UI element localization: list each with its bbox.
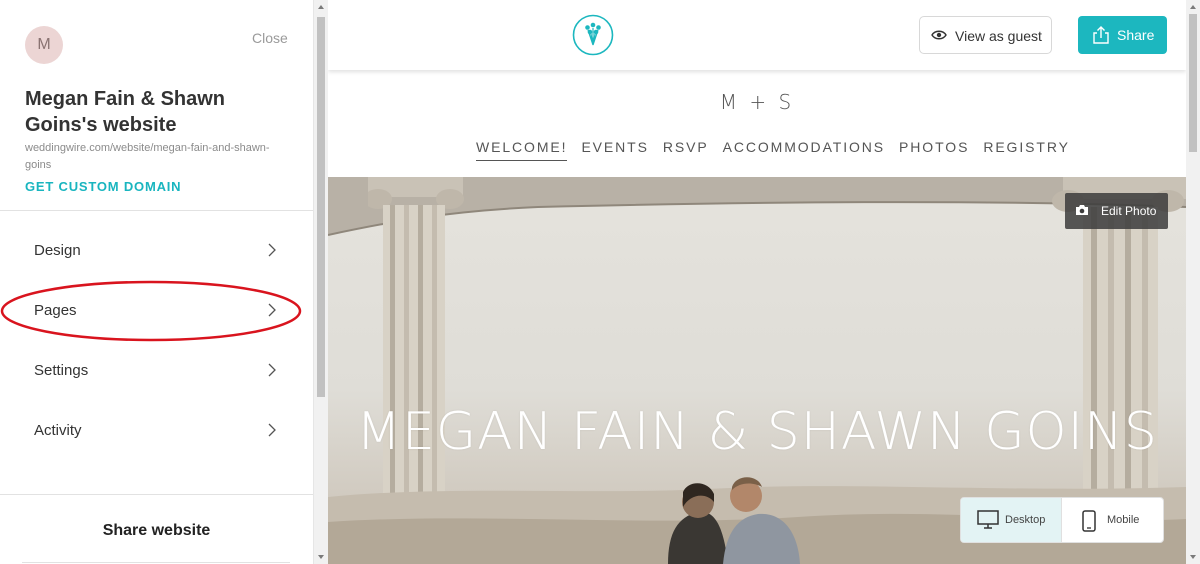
get-custom-domain-link[interactable]: GET CUSTOM DOMAIN bbox=[25, 179, 181, 194]
nav-link-events[interactable]: EVENTS bbox=[581, 139, 648, 161]
camera-icon bbox=[1076, 205, 1088, 215]
view-as-guest-button[interactable]: View as guest bbox=[919, 16, 1052, 54]
share-website-button[interactable]: Share website bbox=[0, 522, 313, 540]
edit-photo-label: Edit Photo bbox=[1101, 204, 1157, 218]
mobile-icon bbox=[1082, 510, 1096, 532]
hero-photo: MEGAN FAIN & SHAWN GOINS Edit Photo Desk… bbox=[328, 177, 1186, 564]
divider bbox=[22, 562, 290, 563]
device-preview-toggle: Desktop Mobile bbox=[960, 497, 1164, 543]
sidebar-item-pages[interactable]: Pages bbox=[0, 280, 315, 340]
site-url: weddingwire.com/website/megan-fain-and-s… bbox=[25, 142, 270, 171]
nav-link-welcome[interactable]: WELCOME! bbox=[476, 139, 568, 161]
sidebar-item-label: Settings bbox=[34, 361, 89, 379]
site-title: Megan Fain & Shawn Goins's website bbox=[25, 88, 226, 136]
scroll-up-icon[interactable] bbox=[1190, 5, 1196, 9]
sidebar-item-label: Pages bbox=[34, 301, 77, 319]
edit-photo-button[interactable]: Edit Photo bbox=[1065, 193, 1168, 229]
site-monogram: M + S bbox=[719, 90, 795, 114]
editor-toolbar: View as guest Share bbox=[328, 0, 1186, 70]
nav-link-registry[interactable]: REGISTRY bbox=[983, 139, 1070, 161]
couple-photo bbox=[668, 477, 800, 564]
scroll-up-icon[interactable] bbox=[318, 5, 324, 9]
sidebar-item-design[interactable]: Design bbox=[0, 220, 315, 280]
bouquet-icon[interactable] bbox=[572, 14, 614, 56]
nav-link-rsvp[interactable]: RSVP bbox=[663, 139, 709, 161]
mobile-label: Mobile bbox=[1107, 514, 1140, 526]
view-as-guest-label: View as guest bbox=[955, 28, 1042, 44]
hero-title: MEGAN FAIN & SHAWN GOINS bbox=[356, 402, 1158, 462]
chevron-right-icon bbox=[268, 363, 276, 377]
sidebar-item-label: Activity bbox=[34, 421, 82, 439]
chevron-right-icon bbox=[268, 243, 276, 257]
sidebar-item-activity[interactable]: Activity bbox=[0, 400, 315, 460]
divider bbox=[0, 210, 315, 211]
site-navigation: WELCOME! EVENTS RSVP ACCOMMODATIONS PHOT… bbox=[476, 139, 1084, 161]
nav-link-photos[interactable]: PHOTOS bbox=[899, 139, 969, 161]
divider bbox=[0, 494, 315, 495]
sidebar: M Close Megan Fain & Shawn Goins's websi… bbox=[0, 0, 315, 564]
scrollbar-thumb[interactable] bbox=[1189, 14, 1197, 152]
scroll-down-icon[interactable] bbox=[318, 555, 324, 559]
preview-scrollbar[interactable] bbox=[1186, 0, 1200, 564]
chevron-right-icon bbox=[268, 303, 276, 317]
share-icon bbox=[1093, 26, 1109, 44]
scroll-down-icon[interactable] bbox=[1190, 555, 1196, 559]
close-button[interactable]: Close bbox=[252, 30, 288, 46]
sidebar-scrollbar[interactable] bbox=[313, 0, 328, 564]
desktop-label: Desktop bbox=[1005, 514, 1046, 526]
avatar[interactable]: M bbox=[25, 26, 63, 64]
nav-link-accommodations[interactable]: ACCOMMODATIONS bbox=[723, 139, 885, 161]
eye-icon bbox=[931, 30, 947, 40]
scrollbar-thumb[interactable] bbox=[317, 17, 325, 397]
mobile-toggle-button[interactable]: Mobile bbox=[1062, 498, 1163, 542]
share-label: Share bbox=[1117, 27, 1155, 43]
share-button[interactable]: Share bbox=[1078, 16, 1167, 54]
sidebar-item-label: Design bbox=[34, 241, 81, 259]
website-preview: View as guest Share M + S WELCOME! EVENT… bbox=[328, 0, 1186, 564]
chevron-right-icon bbox=[268, 423, 276, 437]
desktop-icon bbox=[977, 510, 999, 529]
desktop-toggle-button[interactable]: Desktop bbox=[961, 498, 1062, 542]
sidebar-item-settings[interactable]: Settings bbox=[0, 340, 315, 400]
